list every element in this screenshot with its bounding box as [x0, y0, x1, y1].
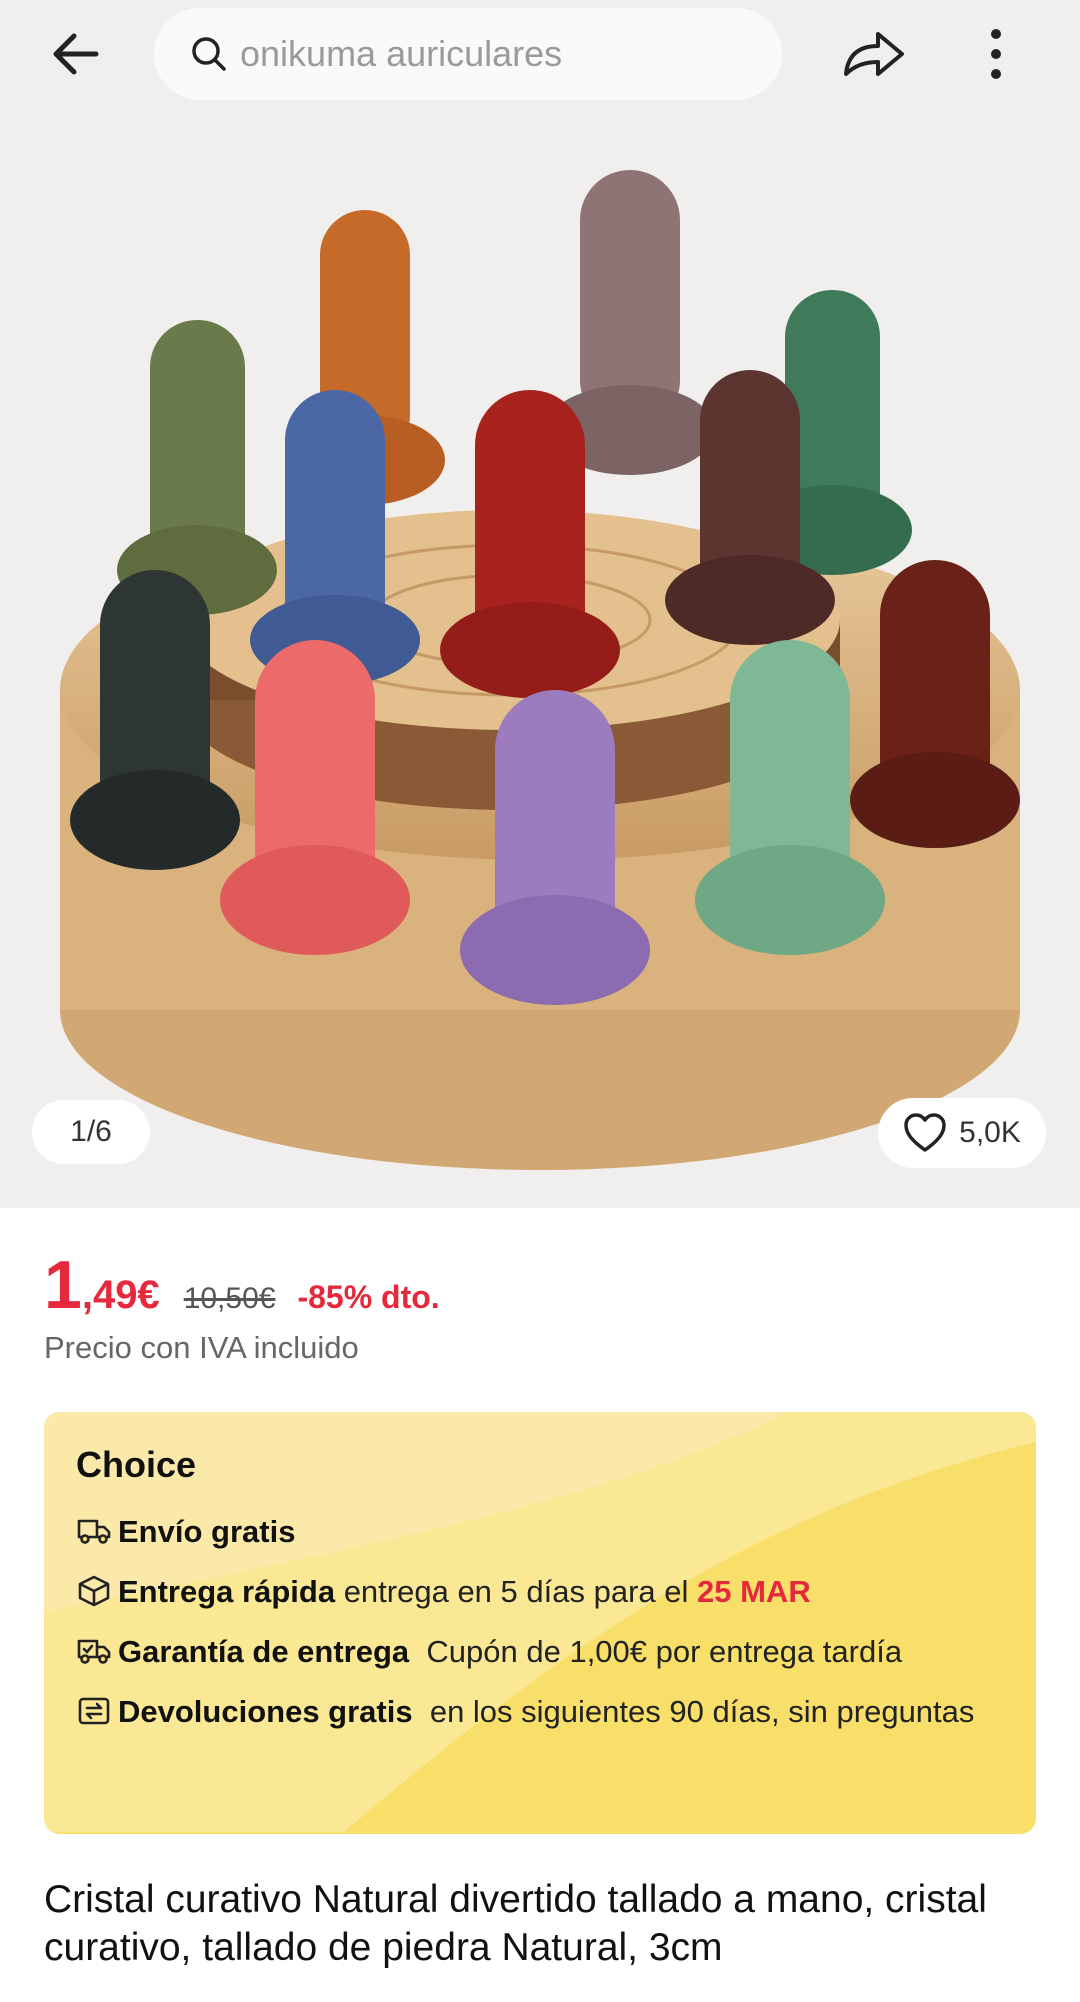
search-input[interactable]: onikuma auriculares: [154, 8, 782, 100]
search-icon: [192, 37, 226, 71]
back-button[interactable]: [44, 22, 108, 86]
price-integer: 1: [44, 1247, 82, 1323]
more-vertical-icon: [991, 29, 1001, 79]
truck-check-icon: [77, 1639, 111, 1664]
delivery-date: 25 MAR: [697, 1574, 811, 1609]
price-decimal: ,49€: [81, 1273, 160, 1317]
product-image: [60, 170, 1020, 1170]
box-icon: [78, 1575, 110, 1607]
price-row: 1 ,49€ 10,50€ -85% dto.: [44, 1246, 440, 1324]
tax-note: Precio con IVA incluido: [44, 1330, 359, 1365]
product-image-gallery[interactable]: [0, 130, 1080, 1208]
top-bar: onikuma auriculares: [0, 0, 1080, 130]
search-placeholder: onikuma auriculares: [240, 33, 563, 74]
free-shipping-label: Envío gratis: [118, 1514, 296, 1549]
fast-delivery-row: Entrega rápida entrega en 5 días para el…: [76, 1572, 1016, 1612]
figure-green-moss: [117, 320, 277, 615]
heart-icon: [904, 1113, 946, 1152]
truck-icon: [77, 1519, 111, 1544]
fast-delivery-text: entrega en 5 días para el: [343, 1574, 689, 1609]
share-icon: [844, 32, 904, 76]
likes-count: 5,0K: [959, 1116, 1021, 1149]
return-icon: [78, 1697, 110, 1725]
delivery-guarantee-row: Garantía de entrega Cupón de 1,00€ por e…: [76, 1632, 1016, 1672]
choice-title: Choice: [76, 1444, 197, 1485]
product-title: Cristal curativo Natural divertido talla…: [44, 1878, 987, 1969]
returns-text: en los siguientes 90 días, sin preguntas: [429, 1694, 975, 1729]
choice-benefits-card[interactable]: Choice Envío gratis Entrega rápida entre…: [44, 1412, 1036, 1834]
arrow-left-icon: [53, 33, 99, 75]
free-returns-row: Devoluciones gratis en los siguientes 90…: [76, 1692, 1016, 1732]
share-button[interactable]: [836, 22, 912, 86]
guarantee-text: Cupón de 1,00€ por entrega tardía: [426, 1634, 903, 1669]
wishlist-button[interactable]: 5,0K: [878, 1098, 1046, 1168]
free-shipping-row: Envío gratis: [76, 1512, 1016, 1552]
image-counter: 1/6: [32, 1100, 150, 1164]
more-options-button[interactable]: [970, 22, 1022, 86]
returns-label: Devoluciones gratis: [118, 1694, 413, 1729]
guarantee-label: Garantía de entrega: [118, 1634, 410, 1669]
original-price: 10,50€: [183, 1282, 276, 1315]
fast-delivery-label: Entrega rápida: [118, 1574, 336, 1609]
discount-label: -85% dto.: [297, 1279, 440, 1315]
